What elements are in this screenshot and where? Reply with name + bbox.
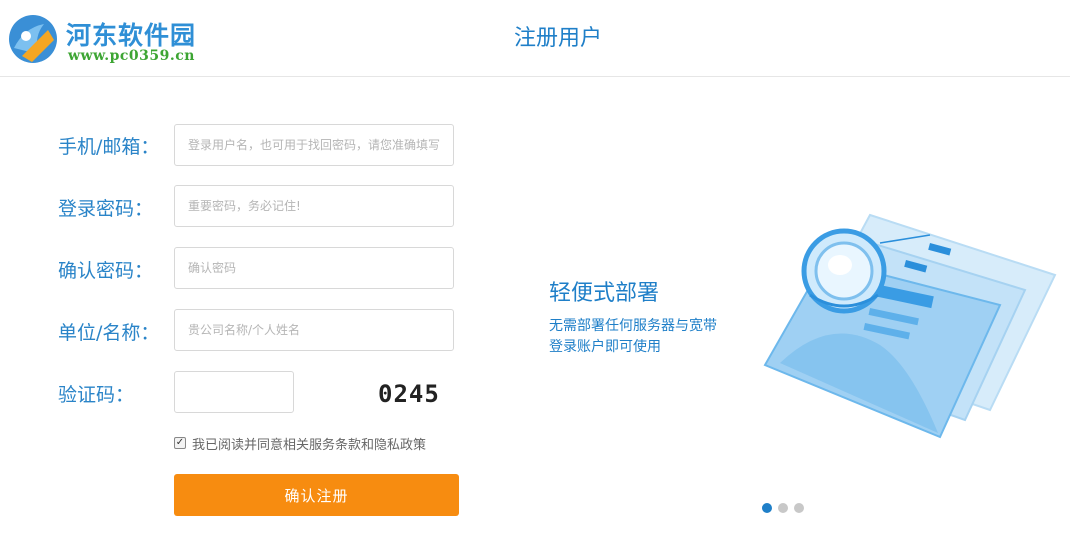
carousel-dots <box>762 503 810 513</box>
agree-checkbox[interactable]: ✓ <box>174 437 186 449</box>
promo-desc-line-1: 无需部署任何服务器与宽带 <box>549 318 717 334</box>
promo-desc-line-2: 登录账户即可使用 <box>549 339 661 355</box>
deployment-illustration <box>763 213 1057 439</box>
confirm-register-button[interactable]: 确认注册 <box>174 474 459 516</box>
phone-email-label: 手机/邮箱： <box>58 136 160 158</box>
header: 河东软件园 www.pc0359.cn 注册用户 <box>0 0 1070 77</box>
company-name-label: 单位/名称： <box>58 322 160 344</box>
promo-description: 无需部署任何服务器与宽带 登录账户即可使用 <box>549 316 769 358</box>
captcha-image[interactable]: 0245 <box>378 378 460 410</box>
password-label: 登录密码： <box>58 198 154 220</box>
carousel-dot-2[interactable] <box>778 503 788 513</box>
company-name-input[interactable] <box>174 309 454 351</box>
password-input[interactable] <box>174 185 454 227</box>
carousel-dot-3[interactable] <box>794 503 804 513</box>
confirm-password-input[interactable] <box>174 247 454 289</box>
confirm-password-label: 确认密码： <box>58 260 154 282</box>
agree-terms[interactable]: ✓ 我已阅读并同意相关服务条款和隐私政策 <box>174 434 427 453</box>
carousel-dot-1[interactable] <box>762 503 772 513</box>
captcha-label: 验证码： <box>58 384 135 406</box>
phone-email-input[interactable] <box>174 124 454 166</box>
page-title: 注册用户 <box>513 26 602 51</box>
promo-title: 轻便式部署 <box>549 281 660 306</box>
agree-terms-text: 我已阅读并同意相关服务条款和隐私政策 <box>192 437 427 453</box>
captcha-input[interactable] <box>174 371 294 413</box>
